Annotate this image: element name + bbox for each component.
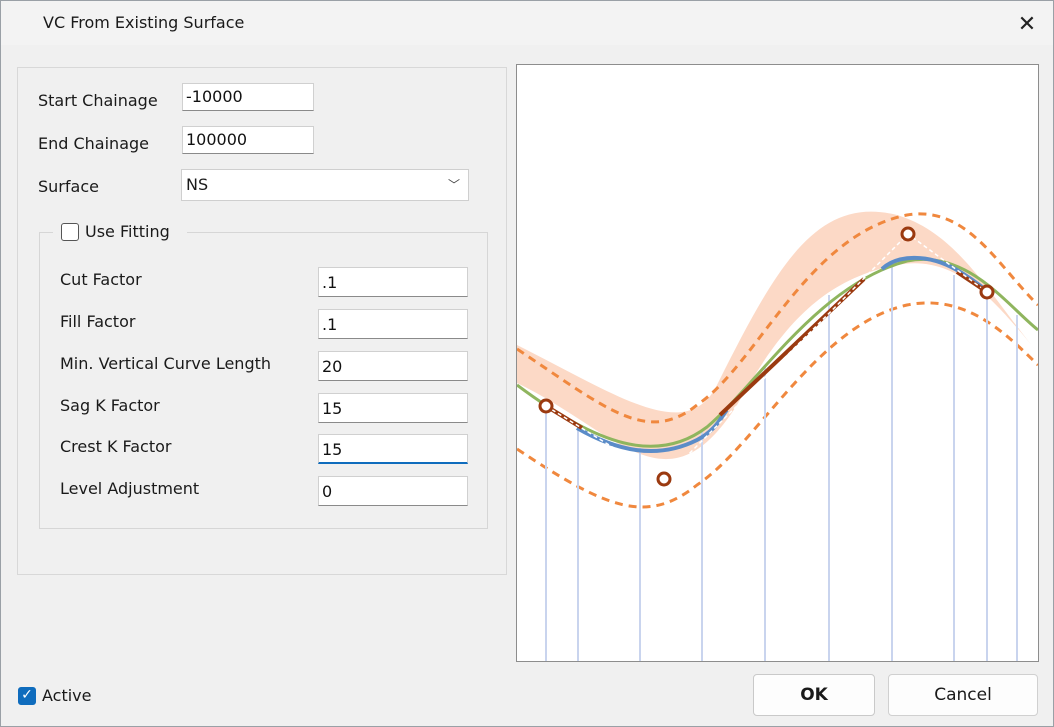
fill-factor-label: Fill Factor — [60, 312, 136, 331]
active-checkbox[interactable]: ✓ — [18, 687, 36, 705]
min-vc-length-label: Min. Vertical Curve Length — [60, 354, 272, 373]
cut-factor-field[interactable]: .1 — [318, 267, 468, 297]
start-chainage-label: Start Chainage — [38, 91, 158, 110]
use-fitting-checkbox[interactable] — [61, 223, 79, 241]
surface-select[interactable]: NS ﹀ — [181, 169, 469, 201]
close-icon[interactable]: ✕ — [1007, 7, 1047, 41]
title-bar: VC From Existing Surface ✕ — [1, 1, 1053, 45]
level-adjustment-field[interactable]: 0 — [318, 476, 468, 506]
vertical-curve-preview-icon — [516, 64, 1039, 662]
end-chainage-field[interactable]: 100000 — [182, 126, 314, 154]
active-label[interactable]: Active — [42, 686, 92, 705]
start-chainage-field[interactable]: -10000 — [182, 83, 314, 111]
surface-selected-value: NS — [186, 175, 209, 194]
surface-label: Surface — [38, 177, 99, 196]
crest-k-field[interactable]: 15 — [318, 434, 468, 464]
end-chainage-label: End Chainage — [38, 134, 149, 153]
ok-button[interactable]: OK — [753, 674, 875, 716]
min-vc-length-field[interactable]: 20 — [318, 351, 468, 381]
level-adjustment-label: Level Adjustment — [60, 479, 200, 498]
dialog-window: VC From Existing Surface ✕ Start Chainag… — [0, 0, 1054, 727]
crest-k-label: Crest K Factor — [60, 437, 172, 456]
cancel-button[interactable]: Cancel — [888, 674, 1038, 716]
use-fitting-label[interactable]: Use Fitting — [85, 222, 170, 241]
dialog-title: VC From Existing Surface — [43, 13, 245, 32]
cut-factor-label: Cut Factor — [60, 270, 142, 289]
sag-k-field[interactable]: 15 — [318, 393, 468, 423]
fill-factor-field[interactable]: .1 — [318, 309, 468, 339]
sag-k-label: Sag K Factor — [60, 396, 160, 415]
chevron-down-icon: ﹀ — [447, 178, 460, 192]
